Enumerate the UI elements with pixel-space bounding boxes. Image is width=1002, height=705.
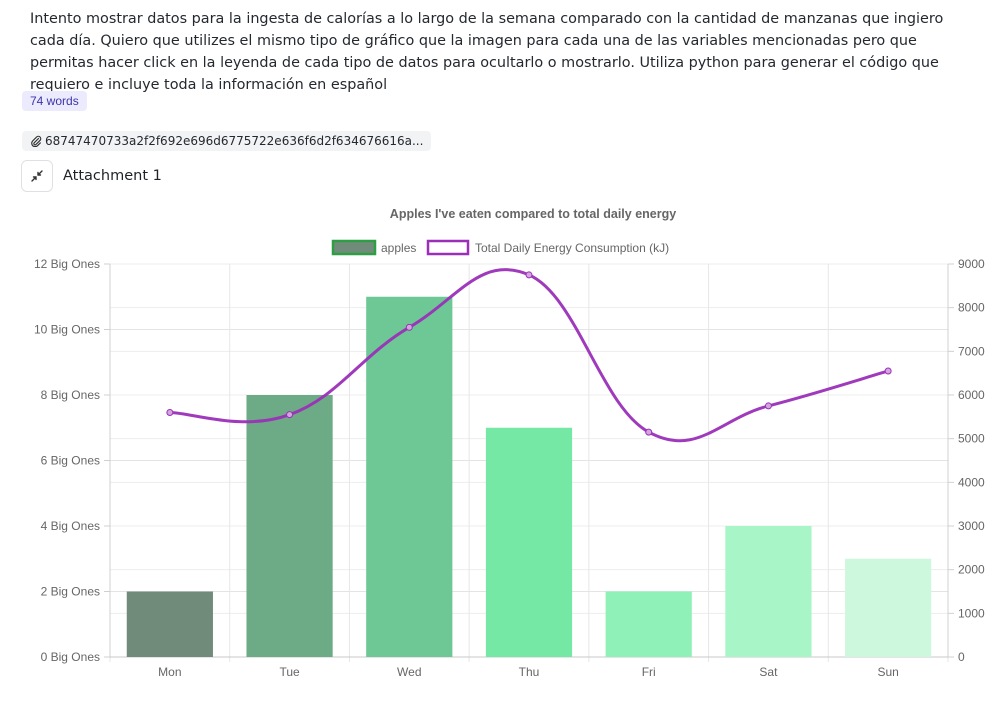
x-tick-label: Fri	[642, 665, 656, 679]
legend-swatch-energy	[426, 239, 470, 256]
point-energy-thu	[525, 271, 533, 279]
y-right-tick-label: 3000	[958, 519, 985, 533]
word-count-badge: 74 words	[22, 91, 87, 111]
bar-apples-sat	[725, 526, 812, 657]
y-left-tick-label: 2 Big Ones	[41, 585, 100, 599]
bar-apples-wed	[366, 296, 453, 657]
x-tick-label: Mon	[158, 665, 181, 679]
y-right-tick-label: 8000	[958, 301, 985, 315]
chart: Apples I've eaten compared to total dail…	[34, 207, 985, 679]
y-left-tick-label: 6 Big Ones	[41, 454, 100, 468]
point-energy-mon	[166, 408, 174, 416]
y-left-tick-label: 12 Big Ones	[34, 257, 100, 271]
attachment-file-chip[interactable]: 68747470733a2f2f692e696d6775722e636f6d2f…	[22, 131, 432, 151]
x-tick-label: Wed	[397, 665, 421, 679]
y-right-tick-label: 1000	[958, 606, 985, 620]
collapse-arrows-icon	[31, 170, 43, 182]
bar-apples-sun	[845, 558, 932, 657]
bar-apples-thu	[485, 427, 573, 657]
point-energy-sun	[884, 367, 892, 375]
y-left-tick-label: 0 Big Ones	[41, 650, 100, 664]
x-tick-label: Sat	[759, 665, 778, 679]
legend-label-energy: Total Daily Energy Consumption (kJ)	[475, 241, 669, 255]
y-right-tick-label: 0	[958, 650, 965, 664]
collapse-button[interactable]	[21, 160, 53, 192]
point-energy-sat	[764, 402, 772, 410]
chart-title: Apples I've eaten compared to total dail…	[390, 207, 676, 221]
y-left-tick-label: 8 Big Ones	[41, 388, 100, 402]
y-right-tick-label: 6000	[958, 388, 985, 402]
attachment-filename: 68747470733a2f2f692e696d6775722e636f6d2f…	[45, 134, 424, 148]
attachment-header: Attachment 1	[21, 160, 162, 192]
bar-apples-tue	[246, 395, 333, 657]
x-tick-label: Sun	[877, 665, 898, 679]
y-right-tick-label: 2000	[958, 563, 985, 577]
bar-apples-fri	[605, 591, 692, 657]
y-right-tick-label: 9000	[958, 257, 985, 271]
paperclip-icon	[31, 135, 42, 147]
y-right-tick-label: 4000	[958, 475, 985, 489]
attachment-label: Attachment 1	[63, 168, 162, 184]
prompt-text: Intento mostrar datos para la ingesta de…	[30, 11, 944, 93]
x-tick-label: Thu	[519, 665, 540, 679]
bar-apples-mon	[126, 591, 213, 657]
legend-item-energy[interactable]: Total Daily Energy Consumption (kJ)	[426, 239, 669, 256]
legend-item-apples[interactable]: apples	[331, 239, 416, 256]
y-left-tick-label: 10 Big Ones	[34, 323, 100, 337]
legend-swatch-apples	[331, 239, 377, 256]
legend-label-apples: apples	[381, 241, 416, 255]
point-energy-wed	[405, 323, 413, 331]
y-right-tick-label: 5000	[958, 432, 985, 446]
point-energy-tue	[286, 411, 294, 419]
y-right-tick-label: 7000	[958, 344, 985, 358]
y-left-tick-label: 4 Big Ones	[41, 519, 100, 533]
point-energy-fri	[645, 428, 653, 436]
x-tick-label: Tue	[279, 665, 300, 679]
